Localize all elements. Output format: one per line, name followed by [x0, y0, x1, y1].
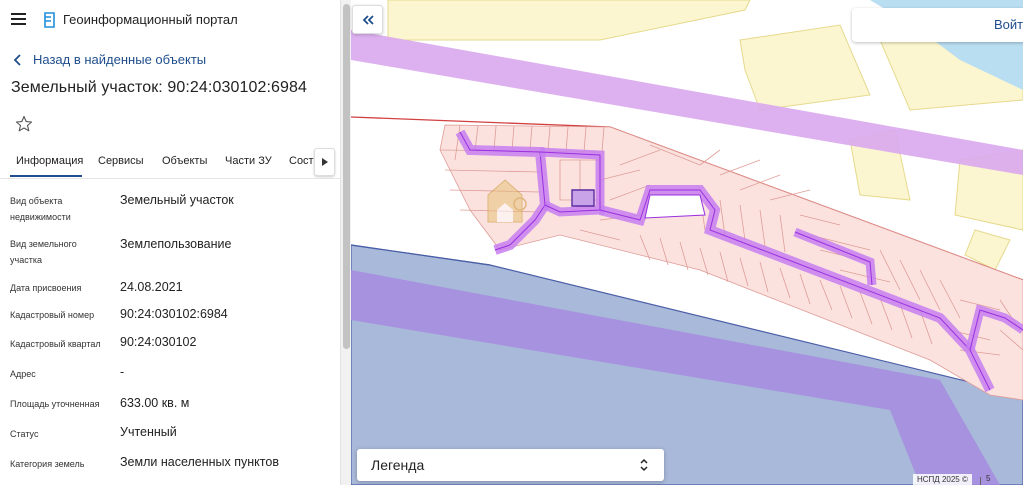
- property-key: Вид земельного участка: [10, 239, 77, 265]
- caret-right-icon: [321, 158, 328, 166]
- login-button[interactable]: Войти: [852, 8, 1023, 42]
- map-attribution: НСПД 2025 ©: [913, 474, 972, 485]
- active-tab-indicator: [10, 175, 82, 177]
- legend-dropdown[interactable]: Легенда: [357, 449, 664, 481]
- scale-bar-tick: [980, 477, 981, 485]
- star-icon[interactable]: [15, 115, 33, 133]
- expand-collapse-icon: [640, 458, 648, 472]
- tabs-scroll-right-button[interactable]: [314, 148, 335, 176]
- property-value: 633.00 кв. м: [120, 396, 190, 410]
- property-value: 90:24:030102: [120, 335, 197, 349]
- tab-bar: Информация Сервисы Объекты Части ЗУ Сост…: [0, 148, 340, 179]
- portal-logo-icon: [44, 12, 55, 28]
- map-view[interactable]: [351, 0, 1023, 485]
- scale-label: 5: [986, 474, 991, 483]
- page-title: Земельный участок: 90:24:030102:6984: [11, 79, 308, 96]
- property-key: Статус: [10, 429, 39, 439]
- property-value: Землепользование: [120, 237, 232, 251]
- chevron-left-icon: [13, 53, 21, 66]
- property-value: 24.08.2021: [120, 280, 183, 294]
- property-key: Вид объекта недвижимости: [10, 196, 71, 222]
- menu-icon[interactable]: [11, 13, 26, 25]
- map-canvas[interactable]: [351, 0, 1023, 485]
- panel-scrollbar[interactable]: [340, 0, 351, 485]
- property-key: Кадастровый квартал: [10, 339, 101, 349]
- map-zone: [739, 24, 871, 111]
- tab-services[interactable]: Сервисы: [98, 155, 144, 167]
- property-value: Земли населенных пунктов: [120, 455, 279, 469]
- scrollbar-thumb[interactable]: [343, 4, 350, 349]
- back-link-label: Назад в найденные объекты: [33, 52, 207, 67]
- property-value: Земельный участок: [120, 193, 234, 207]
- property-key: Адрес: [10, 369, 36, 379]
- property-value: Учтенный: [120, 425, 177, 439]
- tab-parcel-parts[interactable]: Части ЗУ: [225, 155, 272, 167]
- property-value: 90:24:030102:6984: [120, 307, 228, 321]
- selected-parcel[interactable]: [571, 189, 595, 207]
- double-chevron-left-icon: [362, 14, 374, 25]
- info-panel: Геоинформационный портал Назад в найденн…: [0, 0, 340, 485]
- top-bar: Геоинформационный портал: [0, 0, 340, 40]
- back-to-results-link[interactable]: Назад в найденные объекты: [13, 52, 206, 67]
- legend-label: Легенда: [371, 457, 425, 473]
- tab-objects[interactable]: Объекты: [162, 155, 207, 167]
- property-value: -: [120, 365, 125, 379]
- property-key: Категория земель: [10, 459, 85, 469]
- map-zone: [387, 0, 751, 41]
- tabs-divider: [0, 178, 340, 179]
- tab-information[interactable]: Информация: [16, 155, 83, 167]
- app-title: Геоинформационный портал: [63, 12, 238, 27]
- collapse-panel-button[interactable]: [352, 5, 383, 34]
- property-key: Площадь уточненная: [10, 399, 100, 409]
- property-key: Дата присвоения: [10, 283, 82, 293]
- property-key: Кадастровый номер: [10, 310, 95, 320]
